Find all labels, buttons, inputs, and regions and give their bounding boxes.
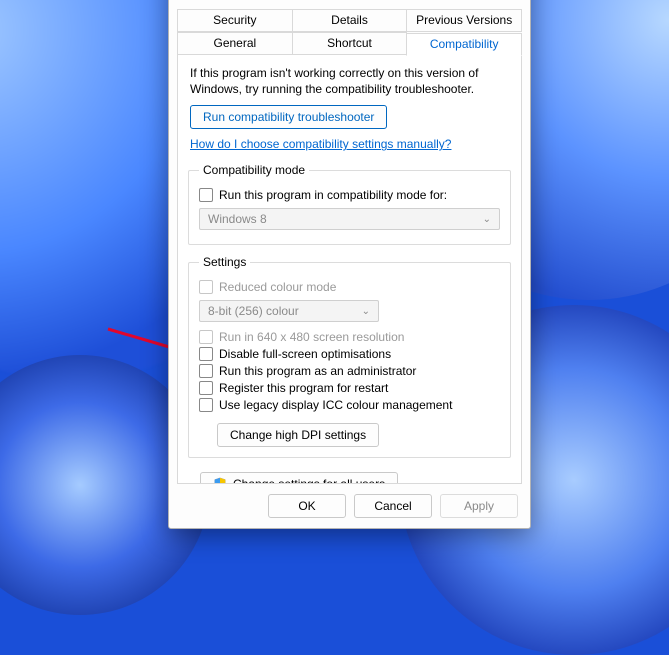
shield-icon bbox=[213, 477, 227, 484]
register-restart-checkbox[interactable]: Register this program for restart bbox=[199, 381, 500, 395]
checkbox-icon bbox=[199, 364, 213, 378]
change-all-users-button[interactable]: Change settings for all users bbox=[200, 472, 398, 484]
checkbox-icon bbox=[199, 398, 213, 412]
compat-mode-checkbox-label: Run this program in compatibility mode f… bbox=[219, 188, 447, 202]
change-all-users-label: Change settings for all users bbox=[233, 477, 385, 484]
compat-mode-checkbox-row[interactable]: Run this program in compatibility mode f… bbox=[199, 188, 500, 202]
tab-details[interactable]: Details bbox=[292, 9, 408, 32]
disable-fullscreen-checkbox[interactable]: Disable full-screen optimisations bbox=[199, 347, 500, 361]
dialog-footer: OK Cancel Apply bbox=[177, 484, 522, 520]
run-640-checkbox[interactable]: Run in 640 x 480 screen resolution bbox=[199, 330, 500, 344]
intro-text: If this program isn't working correctly … bbox=[190, 65, 509, 97]
compatibility-mode-legend: Compatibility mode bbox=[199, 163, 309, 177]
chevron-down-icon: ⌄ bbox=[362, 306, 370, 317]
run-640-label: Run in 640 x 480 screen resolution bbox=[219, 330, 404, 344]
cancel-button[interactable]: Cancel bbox=[354, 494, 432, 518]
ok-button[interactable]: OK bbox=[268, 494, 346, 518]
high-dpi-button[interactable]: Change high DPI settings bbox=[217, 423, 379, 447]
reduced-colour-label: Reduced colour mode bbox=[219, 280, 336, 294]
help-link[interactable]: How do I choose compatibility settings m… bbox=[190, 137, 451, 151]
colour-depth-value: 8-bit (256) colour bbox=[208, 304, 299, 318]
tab-strip: Security Details Previous Versions Gener… bbox=[177, 9, 522, 55]
checkbox-icon bbox=[199, 188, 213, 202]
compat-mode-dropdown-value: Windows 8 bbox=[208, 212, 267, 226]
run-as-admin-label: Run this program as an administrator bbox=[219, 364, 416, 378]
compat-mode-dropdown[interactable]: Windows 8 ⌄ bbox=[199, 208, 500, 230]
checkbox-icon bbox=[199, 347, 213, 361]
run-troubleshooter-button[interactable]: Run compatibility troubleshooter bbox=[190, 105, 387, 129]
checkbox-icon bbox=[199, 330, 213, 344]
tab-compatibility[interactable]: Compatibility bbox=[406, 33, 522, 56]
tab-shortcut[interactable]: Shortcut bbox=[292, 32, 408, 55]
chevron-down-icon: ⌄ bbox=[483, 214, 491, 225]
tab-general[interactable]: General bbox=[177, 32, 293, 55]
tab-body: If this program isn't working correctly … bbox=[177, 55, 522, 484]
checkbox-icon bbox=[199, 381, 213, 395]
compatibility-mode-group: Compatibility mode Run this program in c… bbox=[188, 163, 511, 245]
register-restart-label: Register this program for restart bbox=[219, 381, 388, 395]
properties-dialog: Security Details Previous Versions Gener… bbox=[168, 0, 531, 529]
tab-security[interactable]: Security bbox=[177, 9, 293, 32]
legacy-icc-checkbox[interactable]: Use legacy display ICC colour management bbox=[199, 398, 500, 412]
checkbox-icon bbox=[199, 280, 213, 294]
settings-group: Settings Reduced colour mode 8-bit (256)… bbox=[188, 255, 511, 458]
run-as-admin-checkbox[interactable]: Run this program as an administrator bbox=[199, 364, 500, 378]
tab-previous-versions[interactable]: Previous Versions bbox=[406, 9, 522, 32]
reduced-colour-checkbox[interactable]: Reduced colour mode bbox=[199, 280, 500, 294]
colour-depth-dropdown[interactable]: 8-bit (256) colour ⌄ bbox=[199, 300, 379, 322]
disable-fullscreen-label: Disable full-screen optimisations bbox=[219, 347, 391, 361]
legacy-icc-label: Use legacy display ICC colour management bbox=[219, 398, 452, 412]
settings-legend: Settings bbox=[199, 255, 250, 269]
apply-button[interactable]: Apply bbox=[440, 494, 518, 518]
